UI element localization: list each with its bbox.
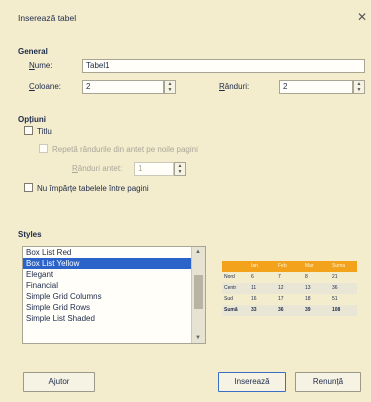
- preview-cell: 8: [305, 274, 308, 280]
- list-scrollbar[interactable]: ▲ ▼: [191, 247, 205, 343]
- spin-down-icon[interactable]: ▼: [175, 169, 185, 175]
- header-rows-input[interactable]: 1: [134, 162, 174, 176]
- preview-cell: Suma: [330, 261, 357, 272]
- preview-cell: 11: [249, 283, 276, 294]
- close-icon[interactable]: ✕: [357, 11, 367, 23]
- name-label: Nume:: [29, 61, 53, 70]
- dialog-title: Inserează tabel: [18, 13, 77, 23]
- help-button[interactable]: Ajutor: [23, 372, 95, 392]
- header-rows-label: Rânduri antet:: [72, 164, 123, 173]
- columns-input[interactable]: 2: [82, 80, 164, 94]
- title-bar: Inserează tabel ✕: [0, 0, 371, 24]
- columns-label: Coloane:: [29, 82, 62, 91]
- list-item[interactable]: Elegant: [23, 269, 205, 280]
- styles-list[interactable]: Box List Red Box List Yellow Elegant Fin…: [22, 246, 206, 344]
- preview-cell: 17: [278, 296, 284, 302]
- preview-cell: Ian: [249, 261, 276, 272]
- list-item[interactable]: Simple Grid Columns: [23, 291, 205, 302]
- scroll-down-icon[interactable]: ▼: [195, 335, 201, 341]
- preview-cell: 36: [276, 305, 303, 316]
- preview-cell: Sumă: [222, 305, 249, 316]
- preview-cell: 39: [303, 305, 330, 316]
- spin-down-icon[interactable]: ▼: [165, 87, 175, 93]
- preview-cell: Nord: [224, 274, 235, 280]
- list-item[interactable]: Simple Grid Rows: [23, 302, 205, 313]
- preview-cell: Sud: [224, 296, 233, 302]
- repeat-header-label: Repetă rândurile din antet pe noile pagi…: [52, 145, 198, 154]
- table-style-preview: Ian Feb Mar Suma Nord 6 7 8 21 Centr 11 …: [222, 261, 357, 323]
- styles-heading: Styles: [18, 230, 42, 239]
- rows-input[interactable]: 2: [279, 80, 353, 94]
- rows-label: Rânduri:: [219, 82, 250, 91]
- list-item[interactable]: Simple List Shaded: [23, 313, 205, 324]
- scrollbar-thumb[interactable]: [194, 275, 203, 309]
- rows-spinner[interactable]: ▲ ▼: [353, 80, 365, 94]
- cancel-button[interactable]: Renunță: [295, 372, 361, 392]
- preview-row: Sud 16 17 18 51: [222, 294, 357, 305]
- dont-split-checkbox[interactable]: [24, 183, 33, 192]
- list-item[interactable]: Box List Red: [23, 247, 205, 258]
- preview-cell: 6: [251, 274, 254, 280]
- preview-cell: 108: [330, 305, 357, 316]
- scroll-up-icon[interactable]: ▲: [195, 249, 201, 255]
- list-item[interactable]: Financial: [23, 280, 205, 291]
- insert-button[interactable]: Inserează: [218, 372, 286, 392]
- preview-cell: 7: [278, 274, 281, 280]
- general-heading: General: [18, 47, 48, 56]
- preview-header-row: Ian Feb Mar Suma: [222, 261, 357, 272]
- spin-down-icon[interactable]: ▼: [354, 87, 364, 93]
- preview-cell: 36: [330, 283, 357, 294]
- preview-sum-row: Sumă 33 36 39 108: [222, 305, 357, 316]
- name-input[interactable]: Tabel1: [82, 59, 365, 73]
- columns-spinner[interactable]: ▲ ▼: [164, 80, 176, 94]
- preview-cell: 13: [303, 283, 330, 294]
- preview-cell: Centr: [222, 283, 249, 294]
- preview-row: Centr 11 12 13 36: [222, 283, 357, 294]
- preview-cell: 21: [332, 274, 338, 280]
- preview-cell: Mar: [303, 261, 330, 272]
- heading-checkbox-label: Titlu: [37, 127, 52, 136]
- preview-row: Nord 6 7 8 21: [222, 272, 357, 283]
- preview-cell: Feb: [276, 261, 303, 272]
- preview-cell: [222, 261, 249, 272]
- preview-cell: 16: [251, 296, 257, 302]
- repeat-header-checkbox[interactable]: [39, 144, 48, 153]
- insert-table-dialog: Inserează tabel ✕ General Nume: Tabel1 C…: [0, 0, 371, 402]
- list-item[interactable]: Box List Yellow: [23, 258, 205, 269]
- preview-cell: 51: [332, 296, 338, 302]
- preview-cell: 33: [249, 305, 276, 316]
- dont-split-label: Nu împărțe tabelele între pagini: [37, 184, 149, 193]
- options-heading: Opțiuni: [18, 115, 46, 124]
- heading-checkbox[interactable]: [24, 126, 33, 135]
- header-rows-spinner[interactable]: ▲ ▼: [174, 162, 186, 176]
- preview-cell: 12: [276, 283, 303, 294]
- preview-cell: 18: [305, 296, 311, 302]
